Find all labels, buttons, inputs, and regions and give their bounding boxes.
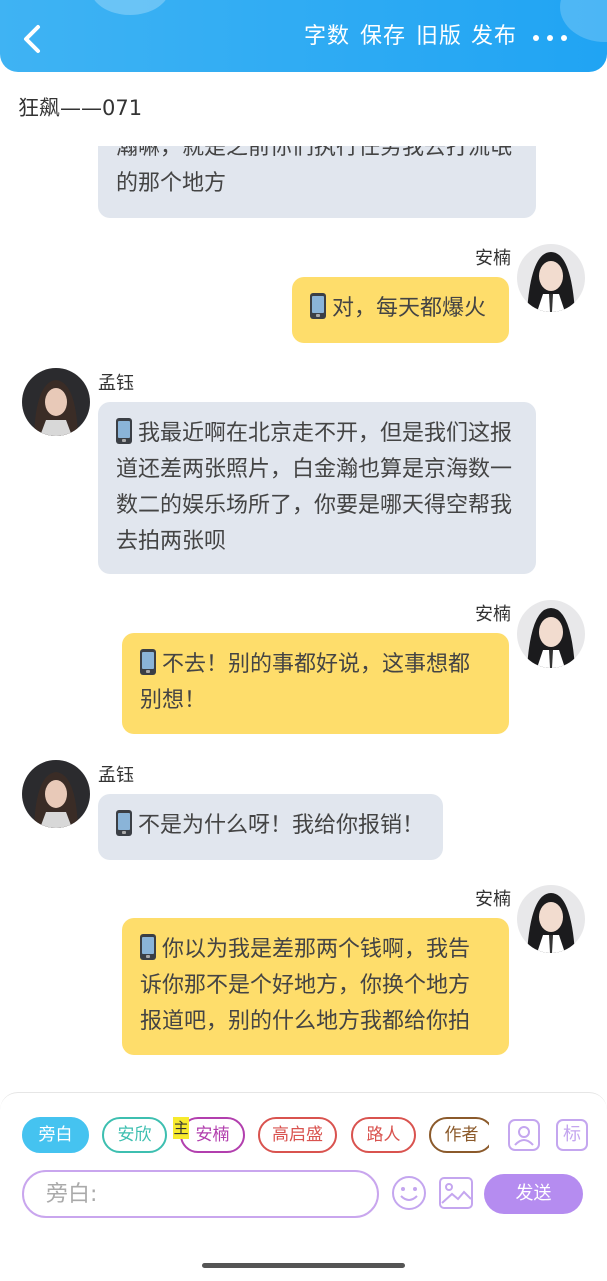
role-chip-passerby[interactable]: 路人: [351, 1117, 416, 1153]
home-indicator: [202, 1263, 405, 1268]
avatar[interactable]: [22, 368, 90, 436]
message-input[interactable]: [22, 1170, 379, 1218]
message-text: 我最近啊在北京走不开，但是我们这报道还差两张照片，白金瀚也算是京海数一数二的娱乐…: [116, 421, 513, 554]
more-options-icon[interactable]: [530, 26, 570, 50]
chat-bubble-left[interactable]: 我最近啊在北京走不开，但是我们这报道还差两张照片，白金瀚也算是京海数一数二的娱乐…: [98, 402, 536, 574]
message-text: 对，每天都爆火: [332, 296, 487, 321]
chapter-title: 狂飙——071: [18, 96, 143, 120]
save-button[interactable]: 保存: [360, 22, 406, 52]
avatar[interactable]: [22, 760, 90, 828]
chat-bubble-right[interactable]: 你以为我是差那两个钱啊，我告诉你那不是个好地方，你换个地方报道吧，别的什么地方我…: [122, 918, 509, 1055]
avatar-image: [517, 885, 585, 953]
add-role-icon[interactable]: [508, 1119, 540, 1151]
back-arrow-icon[interactable]: [18, 22, 48, 56]
phone-icon: [310, 293, 326, 319]
message-text: 你以为我是差那两个钱啊，我告诉你那不是个好地方，你换个地方报道吧，别的什么地方我…: [140, 937, 471, 1034]
message-text: 不是为什么呀！我给你报销！: [138, 813, 425, 838]
avatar[interactable]: [517, 244, 585, 312]
word-count-button[interactable]: 字数: [304, 22, 350, 52]
role-chip-anxin[interactable]: 安欣: [102, 1117, 167, 1153]
header-decoration: [90, 0, 170, 15]
avatar-image: [517, 600, 585, 668]
person-icon: [514, 1126, 534, 1146]
role-chip-gaoqisheng[interactable]: 高启盛: [258, 1117, 337, 1153]
role-chip-annan[interactable]: 安楠: [180, 1117, 245, 1153]
emoji-icon[interactable]: [391, 1175, 427, 1211]
avatar-image: [22, 760, 90, 828]
sender-name: 孟钰: [98, 765, 134, 786]
sender-name: 安楠: [475, 248, 511, 269]
avatar[interactable]: [517, 885, 585, 953]
avatar-image: [517, 244, 585, 312]
send-button[interactable]: 发送: [484, 1174, 583, 1214]
chat-bubble-left[interactable]: 瀚嘛，就是之前你们执行任务我去打流氓的那个地方: [98, 146, 536, 218]
top-bar: 字数 保存 旧版 发布: [0, 0, 607, 72]
chat-bubble-right[interactable]: 对，每天都爆火: [292, 277, 509, 343]
message-text: 不去！别的事都好说，这事想都别想！: [140, 652, 471, 713]
role-chip-author[interactable]: 作者: [429, 1117, 489, 1153]
sender-name: 安楠: [475, 889, 511, 910]
role-chip-narrator[interactable]: 旁白: [22, 1117, 89, 1153]
avatar-image: [22, 368, 90, 436]
chat-bubble-right[interactable]: 不去！别的事都好说，这事想都别想！: [122, 633, 509, 734]
chat-bubble-left[interactable]: 不是为什么呀！我给你报销！: [98, 794, 443, 860]
role-chip-author-clip: 作者: [429, 1117, 489, 1153]
phone-icon: [116, 418, 132, 444]
sender-name: 安楠: [475, 604, 511, 625]
message-text: 瀚嘛，就是之前你们执行任务我去打流氓的那个地方: [116, 146, 513, 196]
publish-button[interactable]: 发布: [471, 22, 517, 52]
sender-name: 孟钰: [98, 373, 134, 394]
avatar[interactable]: [517, 600, 585, 668]
phone-icon: [116, 810, 132, 836]
tag-button[interactable]: 标: [556, 1119, 588, 1151]
phone-icon: [140, 649, 156, 675]
phone-icon: [140, 934, 156, 960]
image-icon[interactable]: [438, 1175, 474, 1211]
old-version-button[interactable]: 旧版: [416, 22, 462, 52]
main-role-badge: 主: [173, 1117, 189, 1139]
